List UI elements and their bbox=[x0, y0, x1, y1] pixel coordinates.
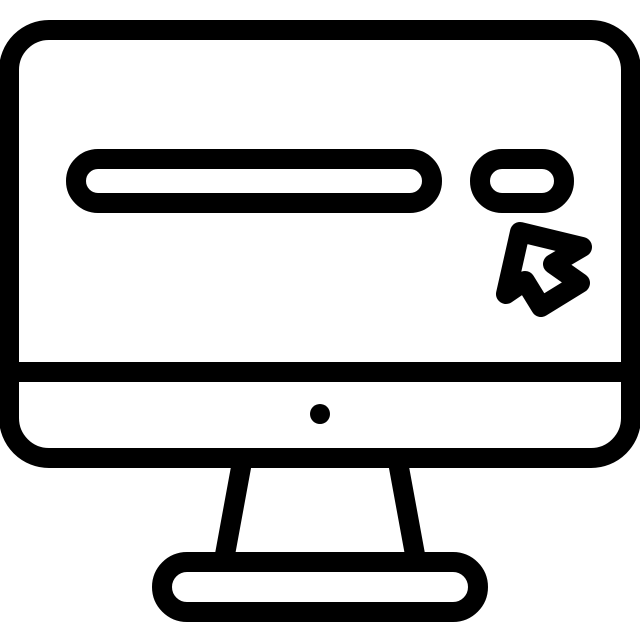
monitor-stand-base bbox=[152, 552, 488, 622]
monitor-stand-neck bbox=[214, 452, 426, 570]
search-bar-shape bbox=[66, 149, 442, 213]
cursor-arrow-icon bbox=[496, 222, 592, 317]
power-indicator-dot bbox=[310, 404, 330, 424]
monitor-search-icon-canvas bbox=[0, 0, 640, 640]
search-button-shape bbox=[470, 149, 574, 213]
monitor-search-icon bbox=[0, 20, 640, 622]
